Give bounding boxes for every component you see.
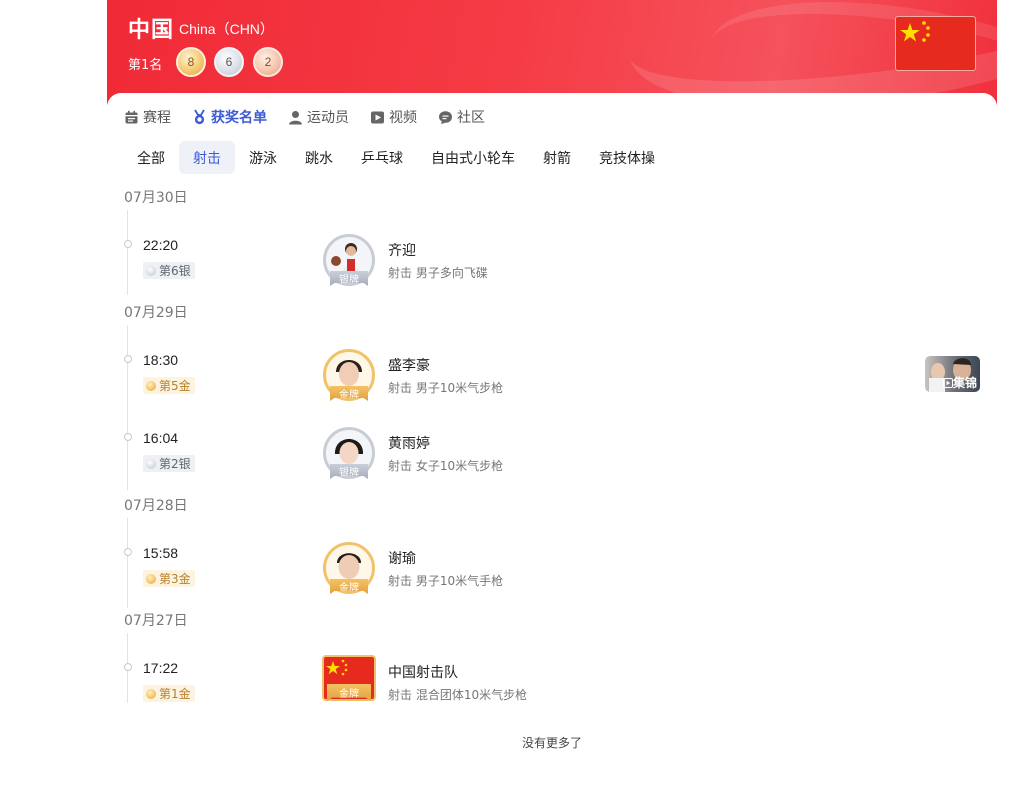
rank-label: 第1名 <box>128 58 163 73</box>
medal-order-badge: 第3金 <box>143 570 195 587</box>
play-icon <box>371 111 384 123</box>
entry-time: 22:20 <box>143 237 179 253</box>
country-name: 中国 <box>128 18 175 43</box>
medal-order-badge: 第6银 <box>143 262 195 279</box>
date-header: 07月28日 <box>124 498 188 514</box>
athlete-name[interactable]: 黄雨婷 <box>388 433 430 453</box>
person-icon <box>289 110 302 124</box>
section-nav: 赛程 获奖名单 运动员 视频 社区 <box>124 107 506 127</box>
country-header: 中国 China（CHN） 第1名 8 6 2 <box>107 0 997 105</box>
date-header: 07月27日 <box>124 613 188 629</box>
nav-item-medal-list[interactable]: 获奖名单 <box>192 107 267 127</box>
bronze-count: 2 <box>253 47 283 77</box>
date-header: 07月30日 <box>124 190 188 206</box>
timeline-dot <box>124 548 132 556</box>
medal-order-badge: 第1金 <box>143 685 195 702</box>
timeline-dot <box>124 433 132 441</box>
timeline-dot <box>124 355 132 363</box>
nav-label: 视频 <box>389 110 417 126</box>
content-card: 赛程 获奖名单 运动员 视频 社区 全部 射击 游泳 跳水 乒乓球 自由式小轮车… <box>107 93 997 795</box>
athlete-name[interactable]: 中国射击队 <box>388 662 458 682</box>
timeline-dot <box>124 240 132 248</box>
gold-medal-icon <box>146 573 156 584</box>
china-flag-icon <box>895 16 976 71</box>
event-name: 射击 混合团体10米气步枪 <box>388 688 528 702</box>
no-more-text: 没有更多了 <box>521 736 582 750</box>
entry-time: 16:04 <box>143 430 179 446</box>
filter-diving[interactable]: 跳水 <box>291 141 347 174</box>
chat-icon <box>439 110 452 124</box>
event-name: 射击 男子多向飞碟 <box>388 266 488 280</box>
filter-all[interactable]: 全部 <box>123 141 179 174</box>
athlete-avatar[interactable]: 银牌 <box>323 427 375 479</box>
gold-medal-icon <box>146 688 156 699</box>
nav-item-athletes[interactable]: 运动员 <box>288 107 349 127</box>
nav-item-schedule[interactable]: 赛程 <box>124 107 171 127</box>
event-name: 射击 男子10米气手枪 <box>388 574 504 588</box>
nav-label: 社区 <box>457 110 485 126</box>
highlights-video-thumbnail[interactable]: 集锦 <box>925 356 980 392</box>
athlete-avatar[interactable]: 银牌 <box>323 234 375 286</box>
medal-page: 中国 China（CHN） 第1名 8 6 2 赛程 获奖名单 运动员 视频 社… <box>107 0 997 795</box>
country-en-name: China（CHN） <box>179 21 274 37</box>
date-header: 07月29日 <box>124 305 188 321</box>
medal-order-badge: 第5金 <box>143 377 195 394</box>
gold-medal-icon <box>146 380 156 391</box>
filter-archery[interactable]: 射箭 <box>529 141 585 174</box>
filter-table-tennis[interactable]: 乒乓球 <box>347 141 417 174</box>
event-name: 射击 女子10米气步枪 <box>388 459 504 473</box>
athlete-name[interactable]: 盛李豪 <box>388 355 430 375</box>
nav-label: 获奖名单 <box>211 110 267 126</box>
entry-time: 18:30 <box>143 352 179 368</box>
silver-medal-icon <box>146 458 156 469</box>
entry-time: 17:22 <box>143 660 179 676</box>
medal-icon <box>194 109 205 125</box>
nav-label: 赛程 <box>143 110 171 126</box>
medal-order-badge: 第2银 <box>143 455 195 472</box>
athlete-name[interactable]: 齐迎 <box>388 240 416 260</box>
athlete-avatar[interactable]: 金牌 <box>323 349 375 401</box>
nav-label: 运动员 <box>307 110 349 126</box>
filter-swimming[interactable]: 游泳 <box>235 141 291 174</box>
event-name: 射击 男子10米气步枪 <box>388 381 504 395</box>
filter-bmx-freestyle[interactable]: 自由式小轮车 <box>417 141 529 174</box>
filter-shooting[interactable]: 射击 <box>179 141 235 174</box>
silver-count: 6 <box>214 47 244 77</box>
filter-artistic-gymnastics[interactable]: 竞技体操 <box>585 141 669 174</box>
gold-count: 8 <box>176 47 206 77</box>
timeline-dot <box>124 663 132 671</box>
nav-item-community[interactable]: 社区 <box>438 107 485 127</box>
team-flag-avatar[interactable]: 金牌 <box>322 655 376 707</box>
athlete-name[interactable]: 谢瑜 <box>388 548 416 568</box>
nav-item-video[interactable]: 视频 <box>370 107 417 127</box>
highlights-label: 集锦 <box>952 376 977 390</box>
calendar-icon <box>125 110 138 123</box>
sport-filter-bar: 全部 射击 游泳 跳水 乒乓球 自由式小轮车 射箭 竞技体操 <box>123 141 669 174</box>
entry-time: 15:58 <box>143 545 179 561</box>
silver-medal-icon <box>146 265 156 276</box>
play-icon <box>942 377 953 388</box>
athlete-avatar[interactable]: 金牌 <box>323 542 375 594</box>
